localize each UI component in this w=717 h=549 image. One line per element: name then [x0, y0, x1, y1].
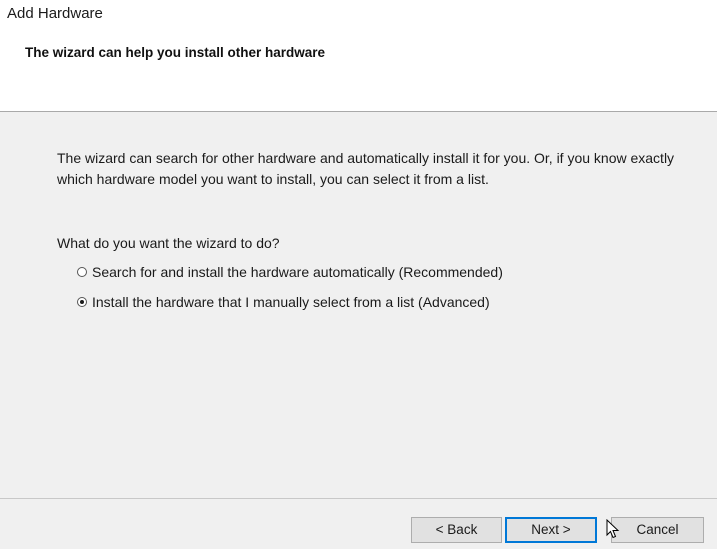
back-button[interactable]: < Back: [411, 517, 502, 543]
next-button[interactable]: Next >: [505, 517, 597, 543]
wizard-description: The wizard can search for other hardware…: [57, 150, 675, 187]
window-title: Add Hardware: [7, 5, 103, 22]
radio-install-manually[interactable]: [77, 297, 87, 307]
option-install-manually[interactable]: Install the hardware that I manually sel…: [77, 294, 490, 310]
cancel-button[interactable]: Cancel: [611, 517, 704, 543]
option-search-automatically-label: Search for and install the hardware auto…: [92, 264, 503, 280]
wizard-header: Add Hardware The wizard can help you ins…: [0, 0, 717, 112]
wizard-question: What do you want the wizard to do?: [57, 235, 280, 251]
wizard-heading: The wizard can help you install other ha…: [25, 45, 326, 60]
mouse-pointer-icon: [606, 519, 620, 539]
radio-search-automatically[interactable]: [77, 267, 87, 277]
option-install-manually-label: Install the hardware that I manually sel…: [92, 294, 490, 310]
option-search-automatically[interactable]: Search for and install the hardware auto…: [77, 264, 503, 280]
wizard-content: The wizard can search for other hardware…: [0, 112, 717, 498]
